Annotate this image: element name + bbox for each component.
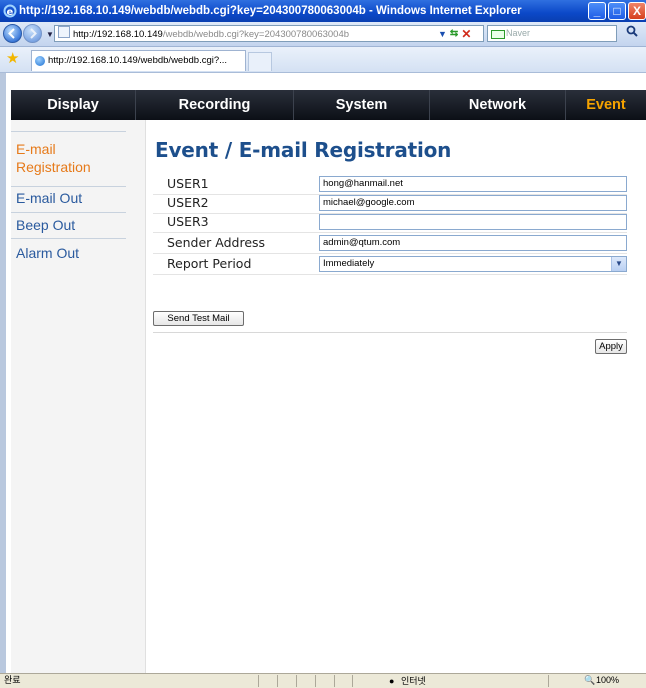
back-button[interactable]	[3, 24, 22, 43]
user3-label: USER3	[167, 214, 209, 229]
minimize-button[interactable]: _	[588, 2, 606, 20]
report-period-label: Report Period	[167, 256, 252, 271]
refresh-icon[interactable]: ⇆	[450, 28, 458, 39]
chevron-down-icon[interactable]: ▼	[611, 257, 626, 271]
status-segment	[334, 675, 353, 687]
close-button[interactable]: X	[628, 2, 646, 20]
menu-display[interactable]: Display	[11, 90, 136, 120]
stop-icon[interactable]: ✕	[461, 27, 471, 41]
form-row-sender: Sender Address admin@qtum.com	[153, 234, 627, 254]
sidebar-item-email-registration[interactable]: E-mail Registration	[11, 131, 126, 186]
status-text: 완료	[4, 675, 21, 685]
search-button[interactable]	[621, 24, 643, 43]
globe-icon: ●	[389, 676, 395, 686]
status-segment	[258, 675, 277, 687]
tab-bar: ★ http://192.168.10.149/webdb/webdb.cgi?…	[0, 47, 646, 73]
ie-logo-icon: e	[3, 4, 17, 18]
form-row-report-period: Report Period Immediately ▼	[153, 255, 627, 275]
send-test-mail-button[interactable]: Send Test Mail	[153, 311, 244, 326]
back-arrow-icon	[8, 28, 15, 39]
sidebar-item-alarm-out[interactable]: Alarm Out	[11, 238, 126, 264]
window-title: http://192.168.10.149/webdb/webdb.cgi?ke…	[19, 5, 522, 17]
divider	[153, 332, 627, 333]
status-zone: ● 인터넷	[352, 675, 513, 687]
form-row-user1: USER1 hong@hanmail.net	[153, 175, 627, 195]
status-segment	[277, 675, 296, 687]
sidebar-item-beep-out[interactable]: Beep Out	[11, 212, 126, 238]
url-host: http://192.168.10.149	[73, 29, 163, 40]
user2-input[interactable]: michael@google.com	[319, 195, 627, 211]
status-segment	[315, 675, 334, 687]
url-path: /webdb/webdb.cgi?key=204300780063004b	[162, 29, 350, 40]
address-input[interactable]: http://192.168.10.149/webdb/webdb.cgi?ke…	[54, 25, 484, 42]
form-row-user3: USER3	[153, 213, 627, 233]
sidebar-item-email-out[interactable]: E-mail Out	[11, 186, 126, 212]
page-title: Event / E-mail Registration	[155, 138, 452, 162]
address-toolbar: ▼ http://192.168.10.149/webdb/webdb.cgi?…	[0, 22, 646, 47]
menu-system[interactable]: System	[294, 90, 430, 120]
status-bar: 완료 ● 인터넷 🔍 100%	[0, 673, 646, 688]
tab-label: http://192.168.10.149/webdb/webdb.cgi?..…	[48, 55, 228, 66]
sender-address-input[interactable]: admin@qtum.com	[319, 235, 627, 251]
tab-page-icon	[35, 56, 45, 66]
search-input[interactable]: Naver	[487, 25, 617, 42]
user1-input[interactable]: hong@hanmail.net	[319, 176, 627, 192]
form-row-user2: USER2 michael@google.com	[153, 194, 627, 214]
naver-icon	[491, 30, 505, 39]
svg-text:e: e	[7, 7, 14, 18]
history-dropdown-icon[interactable]: ▼	[46, 30, 54, 39]
browser-tab[interactable]: http://192.168.10.149/webdb/webdb.cgi?..…	[31, 50, 246, 71]
maximize-button[interactable]: □	[608, 2, 626, 20]
address-dropdown-icon[interactable]: ▼	[438, 29, 447, 39]
user1-label: USER1	[167, 176, 209, 191]
magnifier-icon	[626, 25, 638, 37]
zone-label: 인터넷	[401, 676, 426, 686]
menu-network[interactable]: Network	[430, 90, 566, 120]
window-title-bar: e http://192.168.10.149/webdb/webdb.cgi?…	[0, 0, 646, 22]
zoom-icon[interactable]: 🔍	[584, 674, 595, 687]
zoom-level[interactable]: 100%	[596, 674, 619, 687]
menu-recording[interactable]: Recording	[136, 90, 294, 120]
forward-button[interactable]	[23, 24, 42, 43]
sender-address-label: Sender Address	[167, 235, 266, 250]
report-period-value: Immediately	[323, 258, 375, 269]
menu-event[interactable]: Event	[566, 90, 646, 120]
new-tab-button[interactable]	[248, 52, 272, 71]
apply-button[interactable]: Apply	[595, 339, 627, 354]
forward-arrow-icon	[30, 28, 37, 39]
protected-mode-icon[interactable]	[548, 675, 579, 687]
status-segment	[296, 675, 315, 687]
user2-label: USER2	[167, 195, 209, 210]
user3-input[interactable]	[319, 214, 627, 230]
search-placeholder: Naver	[506, 28, 531, 38]
page-icon	[58, 26, 70, 38]
main-menu: Display Recording System Network Event	[11, 90, 646, 120]
favorites-star-icon[interactable]: ★	[6, 51, 19, 67]
report-period-select[interactable]: Immediately ▼	[319, 256, 627, 272]
